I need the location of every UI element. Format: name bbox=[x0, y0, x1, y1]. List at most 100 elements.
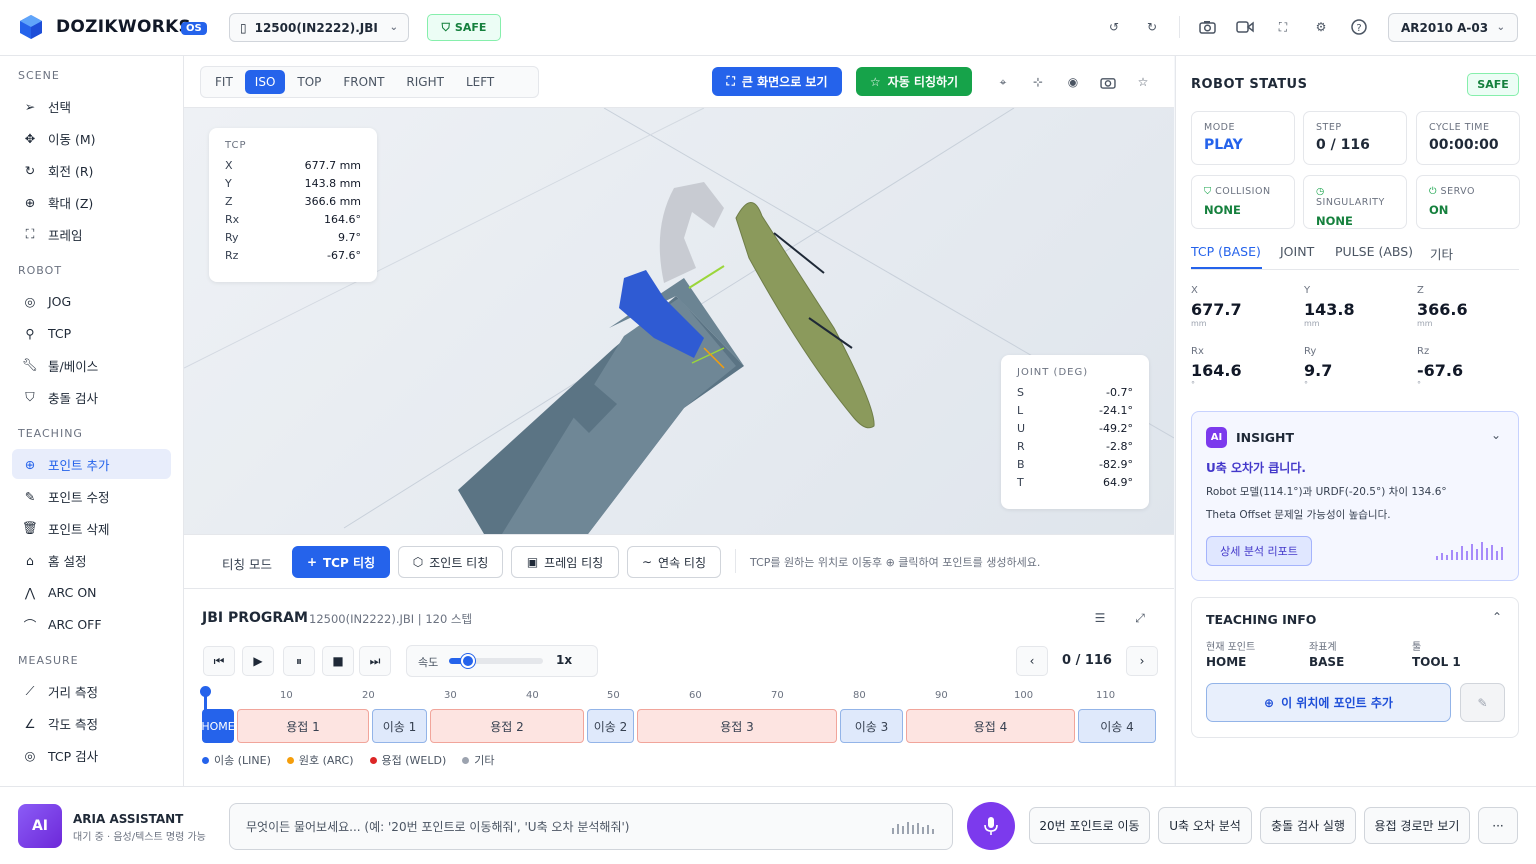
sidebar-item-arc-off[interactable]: ⌒ ARC OFF bbox=[12, 609, 171, 639]
sidebar-item-angle[interactable]: ∠ 각도 측정 bbox=[12, 708, 171, 738]
timeline-segment-home[interactable]: HOME bbox=[201, 709, 235, 743]
stop-button[interactable]: ■ bbox=[322, 646, 354, 676]
gear-icon[interactable]: ⚙ bbox=[1310, 16, 1332, 38]
pause-button[interactable]: ⏸︎ bbox=[283, 646, 315, 676]
timeline-tick: 70 bbox=[771, 690, 784, 701]
file-selector[interactable]: ▯ 12500(IN2222).JBI ⌄ bbox=[229, 13, 409, 42]
quick-action-goto-point[interactable]: 20번 포인트로 이동 bbox=[1029, 807, 1150, 844]
edit-point-button[interactable]: ✎ bbox=[1460, 683, 1505, 722]
skip-end-icon: ⏭︎ bbox=[369, 653, 381, 668]
view-iso-button[interactable]: ISO bbox=[244, 70, 286, 94]
tab-pulse[interactable]: PULSE (ABS) bbox=[1335, 244, 1413, 259]
auto-teach-button[interactable]: ☆ 자동 티칭하기 bbox=[856, 67, 972, 96]
sidebar-item-distance[interactable]: ⟋ 거리 측정 bbox=[12, 676, 171, 706]
assistant-input[interactable]: 무엇이든 물어보세요... (예: '20번 포인트로 이동해줘', 'U축 오… bbox=[229, 803, 953, 850]
view-fit-button[interactable]: FIT bbox=[205, 70, 243, 94]
playhead-handle[interactable] bbox=[200, 686, 211, 697]
list-icon[interactable]: ☰ bbox=[1089, 607, 1111, 629]
continuous-teach-button[interactable]: ∼ 연속 티칭 bbox=[627, 546, 721, 578]
camera-icon[interactable] bbox=[1196, 16, 1218, 38]
trash-icon: 🗑︎ bbox=[22, 520, 38, 535]
joint-row: S -0.7° bbox=[1017, 383, 1133, 401]
sidebar-item-rotate[interactable]: ↻ 회전 (R) bbox=[12, 155, 171, 185]
video-icon[interactable] bbox=[1234, 16, 1256, 38]
sidebar-item-collision[interactable]: ⛉ 충돌 검사 bbox=[12, 382, 171, 412]
sidebar-item-jog[interactable]: ◎ JOG bbox=[12, 286, 171, 316]
view-front-button[interactable]: FRONT bbox=[333, 70, 394, 94]
redo-icon[interactable]: ↻ bbox=[1141, 16, 1163, 38]
sidebar-item-label: 툴/베이스 bbox=[48, 358, 99, 374]
chevron-down-icon[interactable]: ⌄ bbox=[1491, 428, 1501, 442]
undo-icon[interactable]: ↺ bbox=[1103, 16, 1125, 38]
timeline-segment-move-2[interactable]: 이송 2 bbox=[587, 709, 634, 743]
tab-joint[interactable]: JOINT bbox=[1280, 244, 1314, 259]
frame-icon: ▣ bbox=[526, 555, 539, 569]
skip-start-button[interactable]: ⏮︎ bbox=[203, 646, 235, 676]
joint-teach-button[interactable]: ⬡ 조인트 티칭 bbox=[398, 546, 503, 578]
safety-label: SAFE bbox=[454, 21, 487, 34]
sidebar-item-zoom[interactable]: ⊕ 확대 (Z) bbox=[12, 187, 171, 217]
add-point-here-button[interactable]: ⊕ 이 위치에 포인트 추가 bbox=[1206, 683, 1451, 722]
timeline-segment-move-4[interactable]: 이송 4 bbox=[1078, 709, 1156, 743]
fullscreen-view-button[interactable]: ⛶ 큰 화면으로 보기 bbox=[712, 67, 842, 96]
view-selector: FIT ISO TOP FRONT RIGHT LEFT bbox=[200, 66, 539, 98]
ghost-robot bbox=[659, 182, 724, 283]
tab-other[interactable]: 기타 bbox=[1430, 244, 1453, 263]
sidebar-item-move[interactable]: ✥ 이동 (M) bbox=[12, 123, 171, 153]
view-right-button[interactable]: RIGHT bbox=[396, 70, 454, 94]
tcp-row-key: Ry bbox=[225, 230, 239, 244]
tcp-teach-button[interactable]: + TCP 티칭 bbox=[292, 546, 390, 578]
chevron-up-icon[interactable]: ⌃ bbox=[1492, 610, 1502, 624]
quick-action-u-axis[interactable]: U축 오차 분석 bbox=[1158, 807, 1252, 844]
timeline-segment-weld-2[interactable]: 용접 2 bbox=[430, 709, 584, 743]
fullscreen-icon[interactable]: ⛶ bbox=[1272, 16, 1294, 38]
timeline-segment-weld-1[interactable]: 용접 1 bbox=[237, 709, 369, 743]
expand-icon[interactable]: ⤢ bbox=[1129, 607, 1151, 629]
speed-slider-handle[interactable] bbox=[460, 654, 475, 668]
robot-status-title: ROBOT STATUS bbox=[1191, 77, 1308, 92]
tab-tcp-base[interactable]: TCP (BASE) bbox=[1191, 244, 1261, 259]
sidebar-item-arc-on[interactable]: ⋀ ARC ON bbox=[12, 577, 171, 607]
view-top-button[interactable]: TOP bbox=[287, 70, 331, 94]
robot-selector[interactable]: AR2010 A-03 ⌄ bbox=[1388, 13, 1518, 42]
eye-icon[interactable]: ◉ bbox=[1062, 71, 1084, 93]
workpiece bbox=[735, 202, 875, 429]
chevron-left-icon: ‹ bbox=[1029, 654, 1035, 668]
timeline-segment-move-3[interactable]: 이송 3 bbox=[840, 709, 903, 743]
screenshot-icon[interactable] bbox=[1097, 71, 1119, 93]
help-icon[interactable]: ? bbox=[1348, 16, 1370, 38]
sidebar-item-select[interactable]: ➢ 선택 bbox=[12, 91, 171, 121]
focus-icon[interactable]: ⊹ bbox=[1027, 71, 1049, 93]
sidebar-item-home[interactable]: ⌂ 홈 설정 bbox=[12, 545, 171, 575]
sidebar-item-tool-base[interactable]: 🔧︎ 툴/베이스 bbox=[12, 350, 171, 380]
favorite-icon[interactable]: ☆ bbox=[1132, 71, 1154, 93]
play-button[interactable]: ▶ bbox=[242, 646, 274, 676]
sidebar-item-edit-point[interactable]: ✎ 포인트 수정 bbox=[12, 481, 171, 511]
sidebar-item-delete-point[interactable]: 🗑︎ 포인트 삭제 bbox=[12, 513, 171, 543]
next-step-button[interactable]: › bbox=[1126, 646, 1158, 676]
more-button[interactable]: ··· bbox=[1478, 807, 1518, 844]
quick-action-collision[interactable]: 충돌 검사 실행 bbox=[1260, 807, 1356, 844]
timeline-segment-weld-3[interactable]: 용접 3 bbox=[637, 709, 837, 743]
view-left-button[interactable]: LEFT bbox=[456, 70, 504, 94]
sidebar-item-add-point[interactable]: ⊕ 포인트 추가 bbox=[12, 449, 171, 479]
skip-end-button[interactable]: ⏭︎ bbox=[359, 646, 391, 676]
pose-label: Rz bbox=[1417, 346, 1430, 357]
quick-action-weld-path[interactable]: 용접 경로만 보기 bbox=[1364, 807, 1470, 844]
sidebar-item-tcp[interactable]: ⚲ TCP bbox=[12, 318, 171, 348]
sidebar-item-tcp-check[interactable]: ◎ TCP 검사 bbox=[12, 740, 171, 770]
timeline-segment-move-1[interactable]: 이송 1 bbox=[372, 709, 427, 743]
microphone-icon bbox=[984, 817, 998, 835]
ai-badge: AI bbox=[1206, 427, 1227, 448]
speed-slider[interactable] bbox=[449, 654, 543, 668]
crosshair-icon[interactable]: ⌖ bbox=[992, 71, 1014, 93]
microphone-button[interactable] bbox=[967, 802, 1015, 850]
frame-teach-button[interactable]: ▣ 프레임 티칭 bbox=[511, 546, 619, 578]
timeline-tick: 20 bbox=[362, 690, 375, 701]
timeline-segment-weld-4[interactable]: 용접 4 bbox=[906, 709, 1075, 743]
report-button[interactable]: 상세 분석 리포트 bbox=[1206, 536, 1312, 566]
prev-step-button[interactable]: ‹ bbox=[1016, 646, 1048, 676]
timeline-tick: 80 bbox=[853, 690, 866, 701]
sidebar-item-frame[interactable]: ⛶ 프레임 bbox=[12, 219, 171, 249]
joint-row: B -82.9° bbox=[1017, 455, 1133, 473]
